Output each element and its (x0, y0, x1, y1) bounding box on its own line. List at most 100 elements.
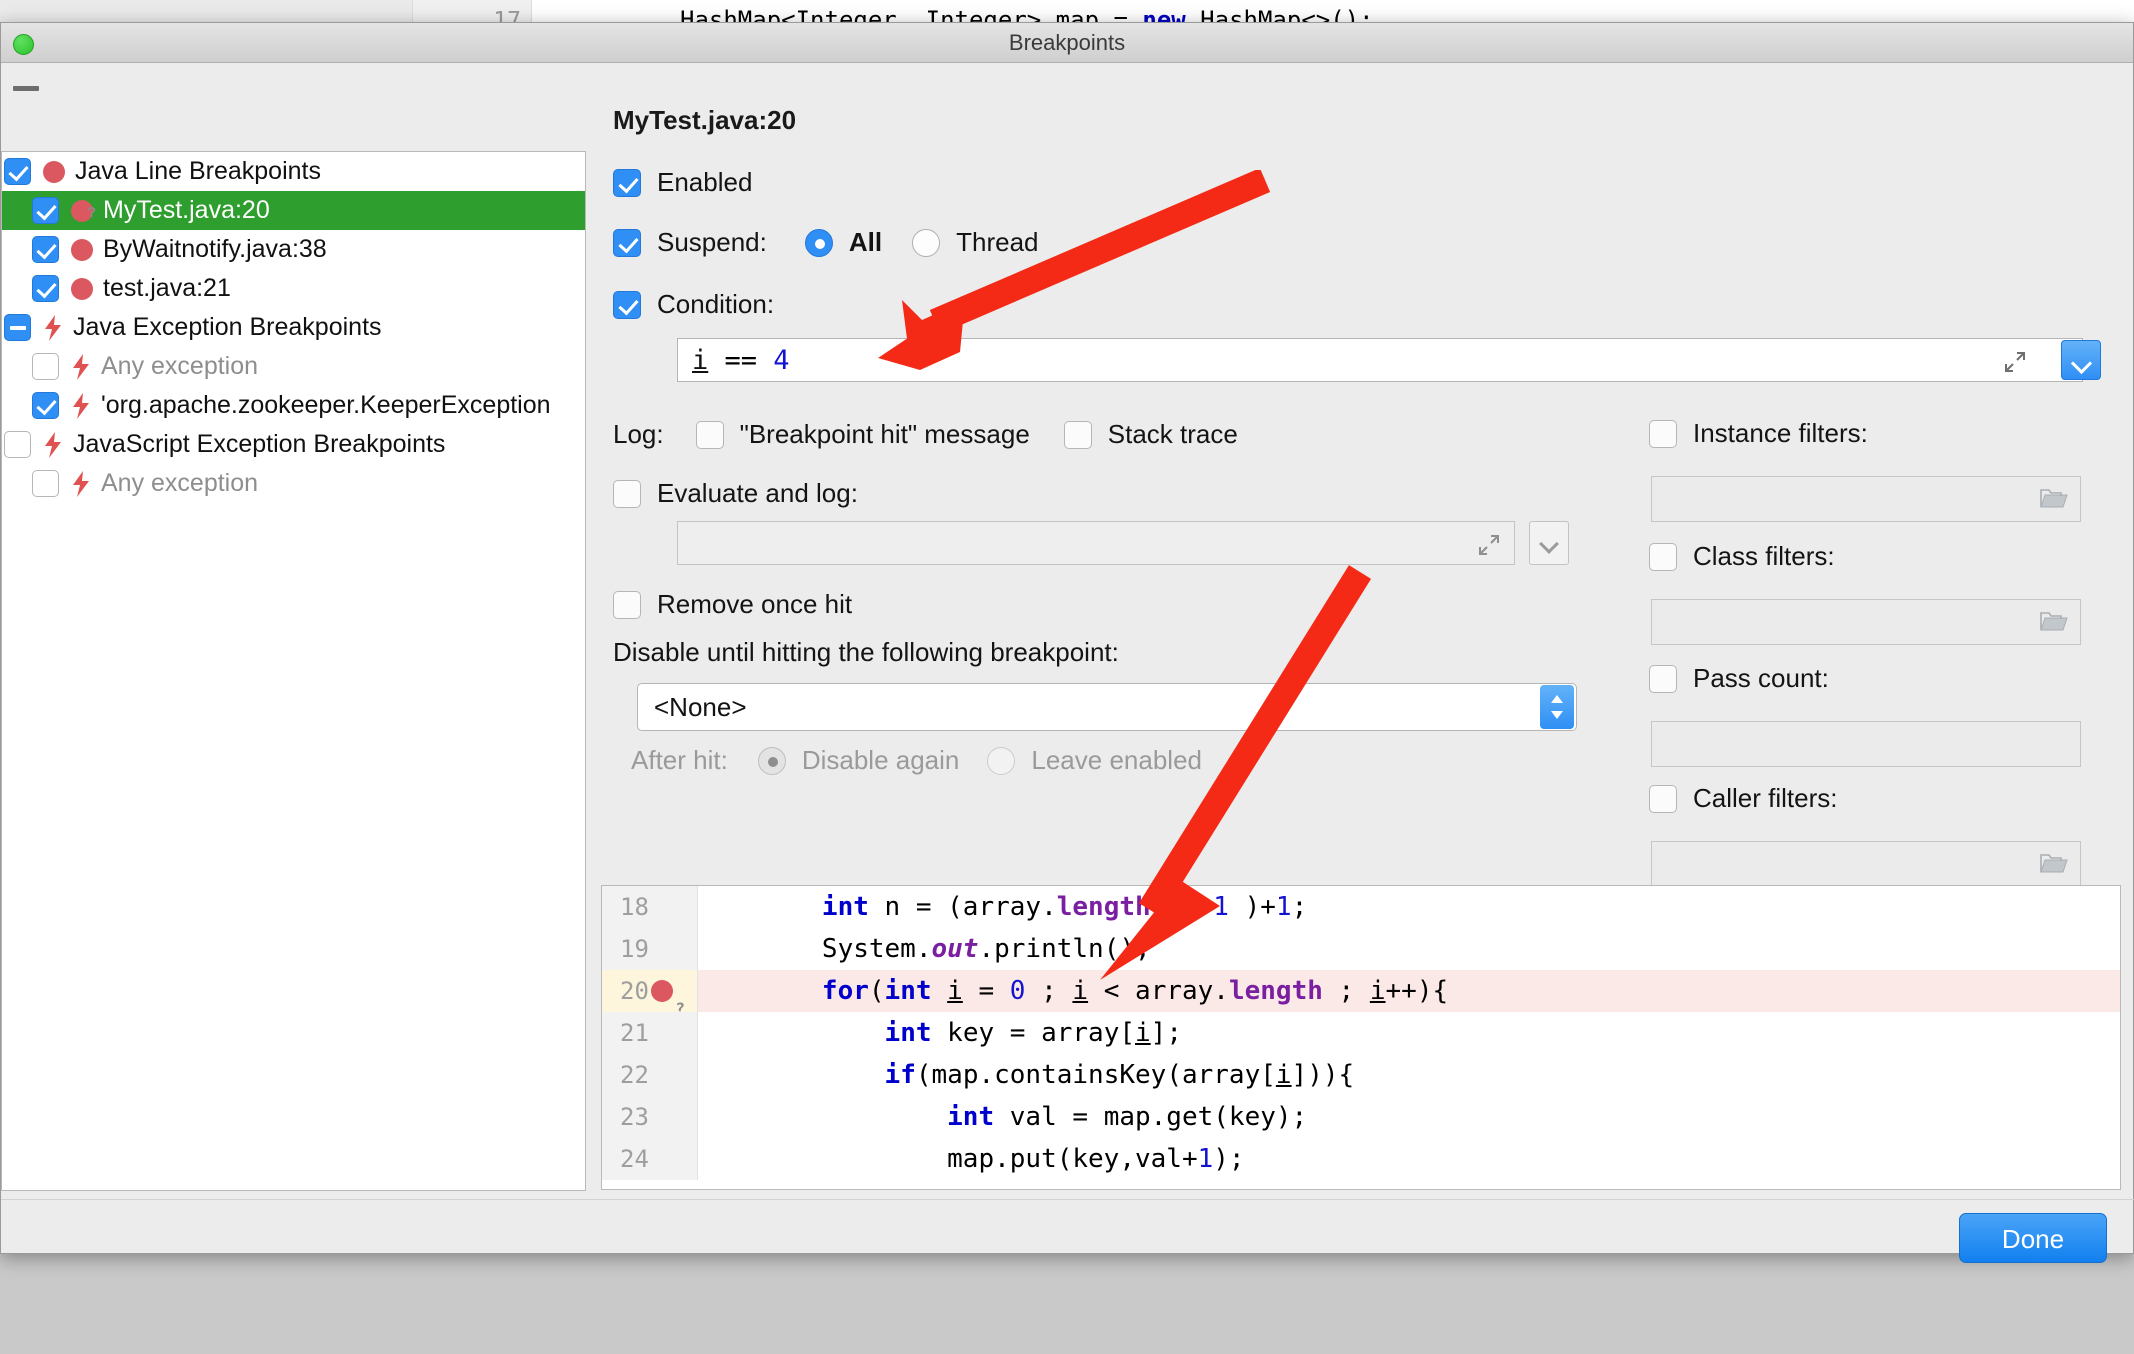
tree-item-label: Any exception (101, 352, 259, 380)
suspend-row[interactable]: Suspend: All Thread (613, 227, 1039, 258)
breakpoints-dialog: Breakpoints Java Line Breakpoints MyTest.… (0, 22, 2134, 1263)
disable-until-stepper[interactable] (1540, 685, 1574, 729)
condition-checkbox[interactable] (613, 290, 641, 319)
green-maximize-button[interactable] (13, 34, 34, 55)
watermark: https://blog.csdn.net/qq_36 (1880, 1330, 2049, 1346)
remove-once-hit-label: Remove once hit (657, 589, 853, 619)
tree-item-checkbox[interactable] (32, 197, 59, 224)
filter-input[interactable] (1651, 599, 2081, 645)
dialog-title: Breakpoints (1008, 30, 1126, 55)
filter-checkbox[interactable] (1649, 419, 1677, 448)
tree-item-checkbox[interactable] (4, 431, 31, 458)
condition-value: 4 (773, 345, 790, 376)
stack-trace-checkbox[interactable] (1063, 420, 1092, 449)
filter-row-3[interactable]: Caller filters: (1649, 783, 1837, 814)
breakpoints-tree[interactable]: Java Line Breakpoints MyTest.java:20 ByWai… (1, 151, 586, 1191)
code-line-19[interactable]: 19 System.out.println(); (602, 928, 2120, 970)
tree-item-checkbox[interactable] (32, 275, 59, 302)
condition-dropdown-button[interactable] (2061, 340, 2101, 380)
code-line-24[interactable]: 24 map.put(key,val+1); (602, 1138, 2120, 1180)
evaluate-and-log-dropdown-button[interactable] (1529, 521, 1569, 565)
folder-icon[interactable] (2040, 487, 2068, 509)
lightning-bolt-icon (71, 470, 91, 497)
evaluate-and-log-checkbox[interactable] (613, 479, 641, 508)
expand-diagonal-icon[interactable] (2004, 351, 2026, 373)
code-preview[interactable]: 18 int n = (array.length >> 1 )+1; 19 Sys… (601, 885, 2121, 1190)
filter-checkbox[interactable] (1649, 784, 1677, 813)
filter-row-1[interactable]: Class filters: (1649, 541, 1835, 572)
filter-checkbox[interactable] (1649, 664, 1677, 693)
after-hit-row[interactable]: After hit: Disable again Leave enabled (631, 745, 1202, 776)
code-line-23[interactable]: 23 int val = map.get(key); (602, 1096, 2120, 1138)
code-line-22[interactable]: 22 if(map.containsKey(array[i])){ (602, 1054, 2120, 1096)
tree-item-label: Any exception (101, 469, 259, 497)
enabled-checkbox[interactable] (613, 168, 641, 197)
tree-item-2[interactable]: ByWaitnotify.java:38 (2, 230, 585, 269)
tree-item-checkbox[interactable] (4, 158, 31, 185)
code-gutter-line-number[interactable]: 18 (602, 886, 698, 928)
tree-item-5[interactable]: Any exception (2, 347, 585, 386)
done-button[interactable]: Done (1959, 1213, 2107, 1263)
tree-item-checkbox[interactable] (32, 470, 59, 497)
tree-item-6[interactable]: 'org.apache.zookeeper.KeeperException (2, 386, 585, 425)
breakpoint-dot-icon[interactable] (651, 980, 673, 1002)
suspend-thread-label: Thread (956, 227, 1039, 257)
expand-diagonal-icon[interactable] (1478, 534, 1500, 556)
tree-item-checkbox[interactable] (32, 236, 59, 263)
code-gutter-line-number[interactable]: 22 (602, 1054, 698, 1096)
code-line-text: System.out.println(); (728, 934, 1151, 964)
tree-item-3[interactable]: test.java:21 (2, 269, 585, 308)
after-hit-disable-again-label: Disable again (801, 745, 960, 775)
code-line-20[interactable]: 20? for(int i = 0 ; i < array.length ; i… (602, 970, 2120, 1018)
condition-input[interactable]: i == 4 (677, 338, 2083, 382)
remove-once-hit-checkbox[interactable] (613, 590, 641, 619)
tree-item-checkbox[interactable] (32, 392, 59, 419)
tree-item-7[interactable]: JavaScript Exception Breakpoints (2, 425, 585, 464)
code-gutter-line-number[interactable]: 21 (602, 1012, 698, 1054)
filter-input[interactable] (1651, 841, 2081, 887)
code-gutter-line-number[interactable]: 20? (602, 970, 698, 1018)
remove-once-hit-row[interactable]: Remove once hit (613, 589, 852, 620)
evaluate-and-log-row[interactable]: Evaluate and log: (613, 478, 858, 509)
log-row[interactable]: Log: "Breakpoint hit" message Stack trac… (613, 419, 1238, 450)
remove-breakpoint-button[interactable] (13, 86, 39, 91)
suspend-checkbox[interactable] (613, 228, 641, 257)
tree-item-label: 'org.apache.zookeeper.KeeperException (101, 391, 551, 419)
tree-item-1[interactable]: MyTest.java:20 (2, 191, 585, 230)
filter-input[interactable] (1651, 476, 2081, 522)
tree-item-4[interactable]: Java Exception Breakpoints (2, 308, 585, 347)
lightning-bolt-icon (43, 314, 63, 341)
code-line-text: int n = (array.length >> 1 )+1; (821, 892, 1308, 922)
evaluate-and-log-input[interactable] (677, 521, 1515, 565)
enabled-row[interactable]: Enabled (613, 167, 752, 198)
tree-item-checkbox[interactable] (32, 353, 59, 380)
suspend-all-label: All (848, 227, 883, 257)
filter-checkbox[interactable] (1649, 542, 1677, 571)
filter-input[interactable] (1651, 721, 2081, 767)
log-label: Log: (613, 419, 664, 449)
code-line-18[interactable]: 18 int n = (array.length >> 1 )+1; (602, 886, 2120, 928)
folder-icon[interactable] (2040, 610, 2068, 632)
suspend-thread-radio[interactable] (912, 228, 941, 257)
tree-item-label: Java Exception Breakpoints (73, 313, 382, 341)
after-hit-leave-enabled-radio[interactable] (987, 746, 1016, 775)
code-gutter-line-number[interactable]: 19 (602, 928, 698, 970)
after-hit-disable-again-radio[interactable] (757, 746, 786, 775)
code-gutter-line-number[interactable]: 23 (602, 1096, 698, 1138)
folder-icon[interactable] (2040, 852, 2068, 874)
enabled-label: Enabled (657, 167, 753, 197)
breakpoint-dot-question-icon (71, 199, 96, 222)
disable-until-combobox[interactable]: <None> (637, 683, 1577, 731)
condition-row[interactable]: Condition: (613, 289, 774, 320)
code-line-text: int key = array[i]; (884, 1018, 1182, 1048)
tree-item-0[interactable]: Java Line Breakpoints (2, 152, 585, 191)
filter-row-2[interactable]: Pass count: (1649, 663, 1829, 694)
tree-item-checkbox[interactable] (4, 314, 31, 341)
suspend-all-radio[interactable] (804, 228, 833, 257)
code-gutter-line-number[interactable]: 24 (602, 1138, 698, 1180)
filter-row-0[interactable]: Instance filters: (1649, 418, 1868, 449)
code-line-21[interactable]: 21 int key = array[i]; (602, 1012, 2120, 1054)
breakpoint-hit-message-checkbox[interactable] (695, 420, 724, 449)
tree-item-8[interactable]: Any exception (2, 464, 585, 503)
stack-trace-label: Stack trace (1107, 419, 1238, 449)
